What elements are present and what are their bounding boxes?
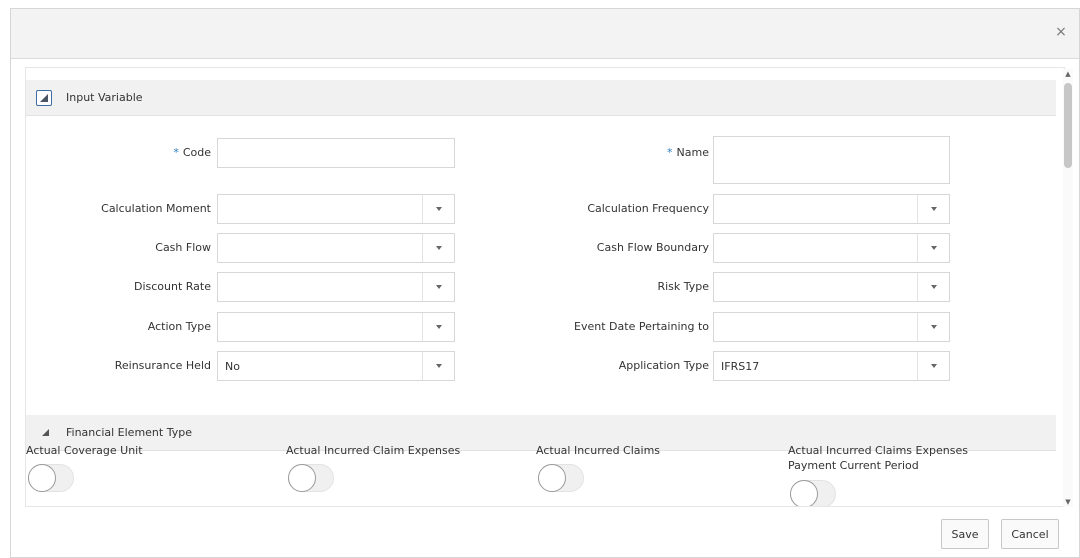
- calculation-moment-label: Calculation Moment: [101, 202, 211, 215]
- toggle-actual-coverage-unit: Actual Coverage Unit: [26, 443, 226, 492]
- section-title: Financial Element Type: [66, 426, 192, 439]
- scroll-up-icon[interactable]: ▲: [1063, 69, 1073, 79]
- reinsurance-held-select[interactable]: No: [217, 351, 455, 381]
- discount-rate-label: Discount Rate: [133, 280, 211, 293]
- chevron-down-icon[interactable]: [917, 234, 949, 262]
- action-type-label: Action Type: [147, 320, 211, 333]
- cash-flow-select[interactable]: [217, 233, 455, 263]
- action-type-select[interactable]: [217, 312, 455, 342]
- toggle-knob: [28, 464, 56, 492]
- required-marker: *: [667, 146, 673, 159]
- cash-flow-boundary-label: Cash Flow Boundary: [596, 241, 709, 254]
- reinsurance-held-label: Reinsurance Held: [114, 359, 211, 372]
- chevron-down-icon[interactable]: [917, 313, 949, 341]
- calculation-frequency-select[interactable]: [713, 194, 950, 224]
- name-label: * Name: [667, 146, 709, 159]
- dialog-body: Input Variable * Code * Name Calculation M…: [25, 67, 1065, 507]
- calculation-moment-select[interactable]: [217, 194, 455, 224]
- select-value: IFRS17: [721, 360, 760, 373]
- name-input[interactable]: [713, 136, 950, 184]
- collapse-icon[interactable]: [42, 429, 49, 436]
- toggle-knob: [288, 464, 316, 492]
- toggle-label: Actual Incurred Claim Expenses: [286, 444, 461, 457]
- vertical-scrollbar[interactable]: ▲ ▼: [1063, 69, 1073, 507]
- chevron-down-icon[interactable]: [422, 313, 454, 341]
- toggle-switch[interactable]: [288, 464, 334, 492]
- dialog-header: ×: [11, 9, 1079, 59]
- toggle-label: Actual Incurred Claims: [536, 444, 661, 457]
- event-date-label: Event Date Pertaining to: [574, 320, 709, 333]
- toggle-switch[interactable]: [790, 480, 836, 506]
- input-variable-dialog: × Input Variable * Code * Name Calculation…: [10, 8, 1080, 558]
- toggle-knob: [790, 480, 818, 506]
- toggle-actual-incurred-claims-expenses-payment: Actual Incurred Claims Expenses Payment …: [788, 443, 988, 506]
- collapse-icon[interactable]: [36, 90, 52, 106]
- input-variable-section-header[interactable]: Input Variable: [26, 80, 1056, 116]
- application-type-select[interactable]: IFRS17: [713, 351, 950, 381]
- toggle-label: Actual Coverage Unit: [26, 444, 143, 457]
- discount-rate-select[interactable]: [217, 272, 455, 302]
- toggle-label: Actual Incurred Claims Expenses Payment …: [788, 444, 968, 472]
- chevron-down-icon[interactable]: [917, 195, 949, 223]
- chevron-down-icon[interactable]: [422, 352, 454, 380]
- chevron-down-icon[interactable]: [422, 234, 454, 262]
- application-type-label: Application Type: [618, 359, 709, 372]
- chevron-down-icon[interactable]: [917, 273, 949, 301]
- cash-flow-label: Cash Flow: [155, 241, 211, 254]
- required-marker: *: [173, 146, 179, 159]
- save-button[interactable]: Save: [941, 519, 989, 549]
- risk-type-select[interactable]: [713, 272, 950, 302]
- cancel-button[interactable]: Cancel: [1001, 519, 1059, 549]
- chevron-down-icon[interactable]: [422, 273, 454, 301]
- code-label: * Code: [173, 146, 211, 159]
- toggle-actual-incurred-claims: Actual Incurred Claims: [536, 443, 736, 492]
- chevron-down-icon[interactable]: [917, 352, 949, 380]
- scroll-down-icon[interactable]: ▼: [1063, 497, 1073, 507]
- toggle-switch[interactable]: [538, 464, 584, 492]
- toggle-actual-incurred-claim-expenses: Actual Incurred Claim Expenses: [286, 443, 486, 492]
- risk-type-label: Risk Type: [657, 280, 709, 293]
- code-input[interactable]: [217, 138, 455, 168]
- select-value: No: [225, 360, 240, 373]
- calculation-frequency-label: Calculation Frequency: [587, 202, 709, 215]
- chevron-down-icon[interactable]: [422, 195, 454, 223]
- event-date-select[interactable]: [713, 312, 950, 342]
- toggle-switch[interactable]: [28, 464, 74, 492]
- close-icon[interactable]: ×: [1053, 24, 1069, 40]
- section-title: Input Variable: [66, 91, 143, 104]
- cash-flow-boundary-select[interactable]: [713, 233, 950, 263]
- scroll-thumb[interactable]: [1064, 83, 1072, 168]
- toggle-knob: [538, 464, 566, 492]
